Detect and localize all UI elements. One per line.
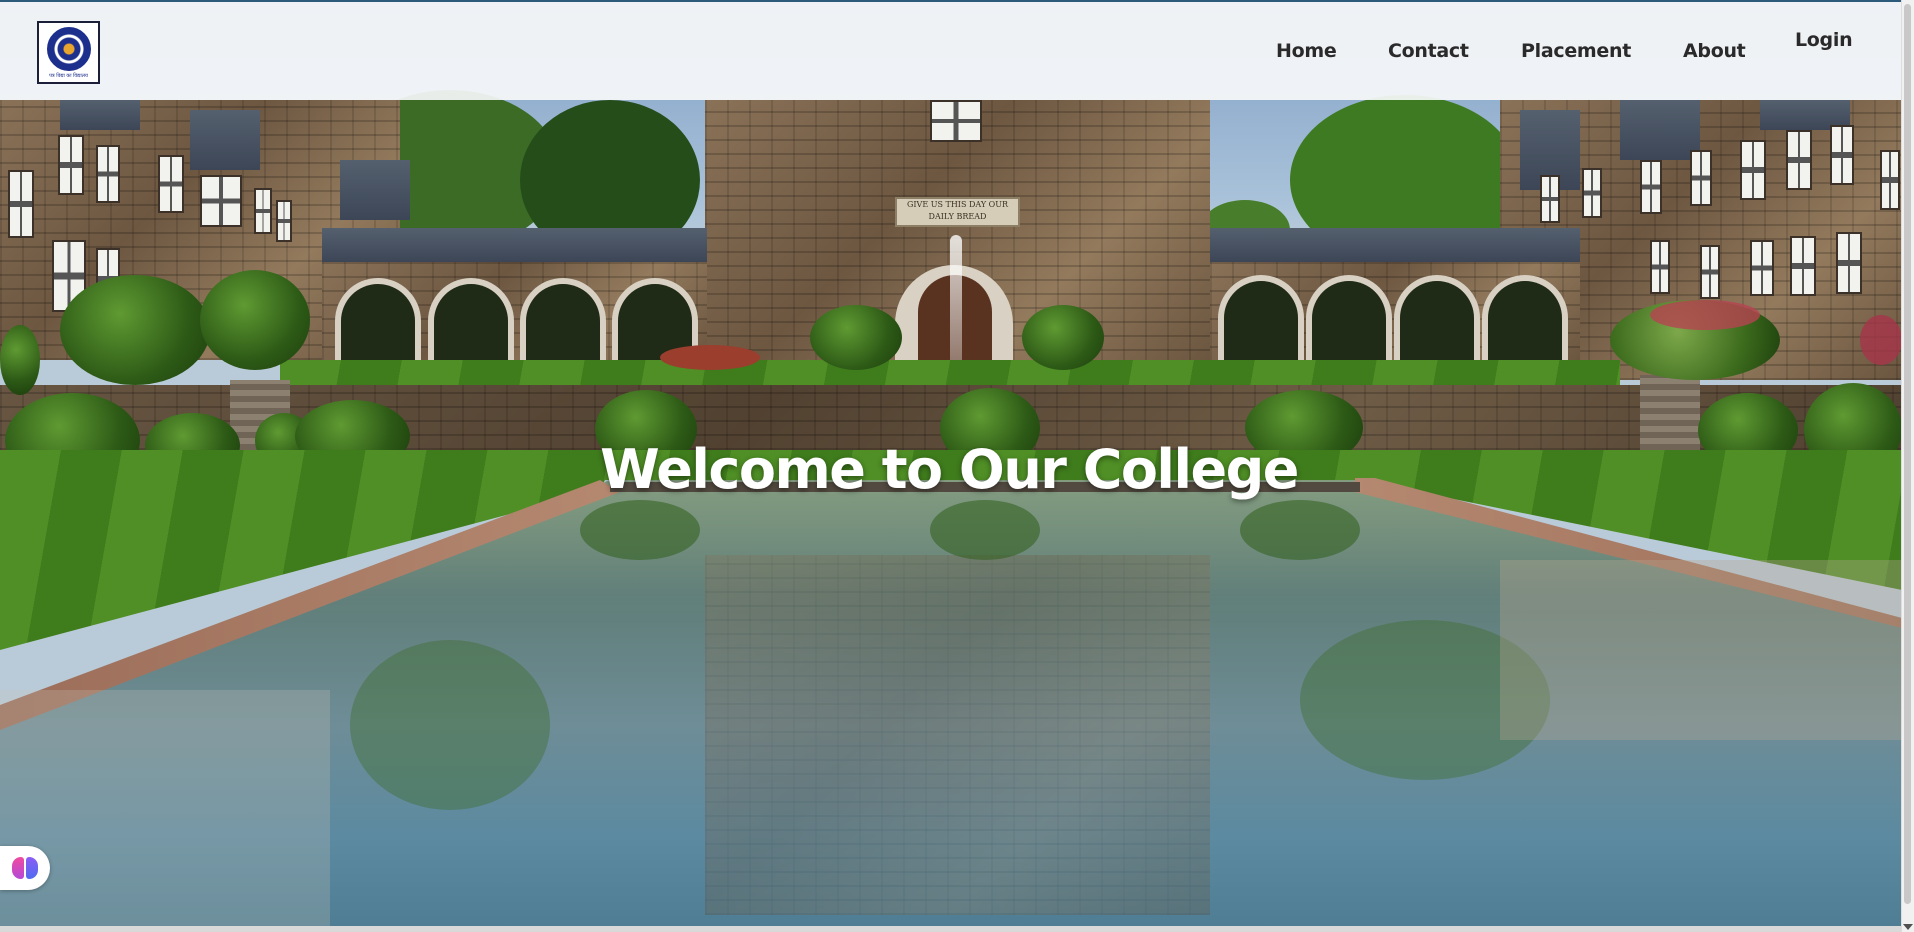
nav-links: Home Contact Placement About Login bbox=[0, 2, 1902, 102]
page-bottom-edge bbox=[0, 926, 1902, 932]
navbar: पत्र विद्या का विद्यालय Home Contact Pla… bbox=[0, 0, 1902, 100]
nav-link-placement[interactable]: Placement bbox=[1521, 40, 1631, 62]
nav-link-home[interactable]: Home bbox=[1276, 40, 1337, 62]
vertical-scrollbar[interactable] bbox=[1901, 0, 1914, 932]
nav-link-about[interactable]: About bbox=[1683, 40, 1746, 62]
inscription-plaque: GIVE US THIS DAY OUR DAILY BREAD bbox=[895, 197, 1020, 227]
login-link[interactable]: Login bbox=[1795, 29, 1853, 51]
scroll-down-arrow-icon[interactable] bbox=[1903, 924, 1913, 930]
brain-icon bbox=[12, 856, 38, 880]
assistant-widget-button[interactable] bbox=[0, 846, 50, 890]
scrollbar-thumb[interactable] bbox=[1904, 4, 1911, 904]
hero-headline-text: Welcome to Our College bbox=[600, 438, 1299, 501]
nav-link-contact[interactable]: Contact bbox=[1388, 40, 1469, 62]
inscription-text: GIVE US THIS DAY OUR DAILY BREAD bbox=[907, 200, 1008, 221]
hero-headline: Welcome to Our College bbox=[0, 438, 1902, 501]
